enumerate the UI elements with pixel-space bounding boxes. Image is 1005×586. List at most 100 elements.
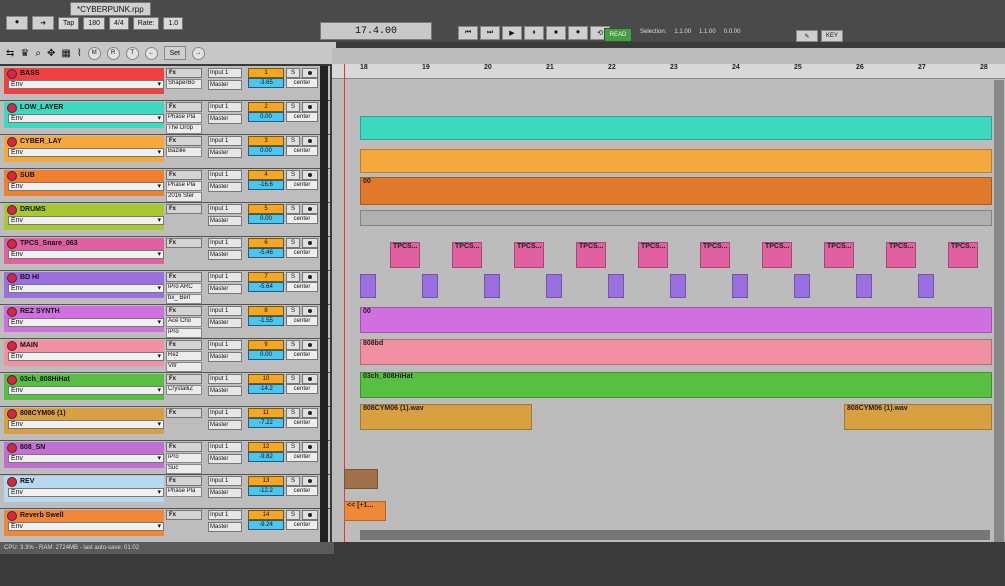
fx-plugin[interactable]: Phase Pla: [166, 181, 202, 191]
track-name[interactable]: Reverb Swell: [4, 510, 164, 521]
pan-field[interactable]: center: [286, 486, 318, 496]
media-item[interactable]: 00: [360, 177, 992, 206]
selection-end[interactable]: 1.1.00: [699, 29, 716, 35]
fx-button[interactable]: Fx: [166, 340, 202, 350]
record-button[interactable]: [302, 272, 318, 282]
media-item[interactable]: [360, 209, 992, 226]
track-name[interactable]: REV: [4, 476, 164, 487]
record-mode-icon[interactable]: ⏺: [6, 16, 28, 30]
fx-button[interactable]: Fx: [166, 272, 202, 282]
track-name[interactable]: BD HI: [4, 272, 164, 283]
fx-plugin[interactable]: Ace Cho: [166, 317, 202, 327]
track-header[interactable]: MAIN Env: [4, 340, 164, 366]
volume-field[interactable]: -5.64: [248, 282, 284, 292]
pan-field[interactable]: center: [286, 350, 318, 360]
media-item[interactable]: [546, 274, 562, 299]
pan-field[interactable]: center: [286, 384, 318, 394]
track-header[interactable]: LOW_LAYER Env: [4, 102, 164, 128]
solo-button[interactable]: S: [286, 136, 300, 146]
fx-plugin[interactable]: Rez: [166, 351, 202, 361]
solo-button[interactable]: S: [286, 68, 300, 78]
record-button[interactable]: [302, 68, 318, 78]
record-arm-icon[interactable]: [7, 409, 17, 419]
media-item[interactable]: [344, 468, 378, 489]
back-arrow-icon[interactable]: ←: [144, 46, 158, 60]
output-select[interactable]: Master: [208, 182, 242, 192]
set-button[interactable]: Set: [163, 46, 186, 60]
pause-button[interactable]: ⏸: [524, 26, 544, 40]
fx-button[interactable]: Fx: [166, 204, 202, 214]
record-button[interactable]: [302, 170, 318, 180]
snap-grid-icon[interactable]: ▦: [61, 48, 70, 59]
mute-all-button[interactable]: M: [87, 46, 101, 60]
input-select[interactable]: Input 1: [208, 136, 242, 146]
output-select[interactable]: Master: [208, 250, 242, 260]
pan-field[interactable]: center: [286, 112, 318, 122]
rate-field[interactable]: 1.0: [163, 16, 184, 30]
envelope-select[interactable]: Env: [8, 386, 164, 395]
fx-plugin[interactable]: iPro: [166, 453, 202, 463]
track-header[interactable]: 03ch_808HiHat Env: [4, 374, 164, 400]
solo-button[interactable]: S: [286, 238, 300, 248]
input-select[interactable]: Input 1: [208, 476, 242, 486]
automation-read-button[interactable]: READ: [604, 28, 632, 42]
media-item[interactable]: TPCS...: [700, 242, 730, 268]
fx-button[interactable]: Fx: [166, 238, 202, 248]
go-end-button[interactable]: ⏭: [480, 26, 500, 40]
fx-plugin[interactable]: CrystalliZ: [166, 385, 202, 395]
time-button[interactable]: T: [125, 46, 139, 60]
input-select[interactable]: Input 1: [208, 272, 242, 282]
rec-all-button[interactable]: R: [106, 46, 120, 60]
pan-field[interactable]: center: [286, 78, 318, 88]
track-header[interactable]: Reverb Swell Env: [4, 510, 164, 536]
volume-field[interactable]: -16.6: [248, 180, 284, 190]
track-name[interactable]: REZ SYNTH: [4, 306, 164, 317]
play-button[interactable]: ▶: [502, 26, 522, 40]
envelope-select[interactable]: Env: [8, 80, 164, 89]
record-arm-icon[interactable]: [7, 375, 17, 385]
track-header[interactable]: 808CYM06 (1) Env: [4, 408, 164, 434]
track-name[interactable]: 808_SN: [4, 442, 164, 453]
input-select[interactable]: Input 1: [208, 238, 242, 248]
track-row[interactable]: TPCS_Snare_063 Env Fx Input 1 Master 6 -…: [0, 236, 330, 271]
output-select[interactable]: Master: [208, 216, 242, 226]
crown-icon[interactable]: ♛: [20, 48, 29, 59]
track-row[interactable]: REZ SYNTH Env Fx Ace ChoiPro Input 1 Mas…: [0, 304, 330, 339]
envelope-select[interactable]: Env: [8, 522, 164, 531]
track-name[interactable]: DRUMS: [4, 204, 164, 215]
track-row[interactable]: 03ch_808HiHat Env Fx CrystalliZ Input 1 …: [0, 372, 330, 407]
envelope-tool-icon[interactable]: ⌇: [77, 48, 82, 59]
input-select[interactable]: Input 1: [208, 102, 242, 112]
fx-plugin[interactable]: Bazille: [166, 147, 202, 157]
fx-plugin[interactable]: 2016 Ster: [166, 192, 202, 202]
media-item[interactable]: 808bd: [360, 339, 992, 366]
record-button[interactable]: ⏺: [568, 26, 588, 40]
envelope-select[interactable]: Env: [8, 250, 164, 259]
media-item[interactable]: 00: [360, 306, 992, 333]
fx-button[interactable]: Fx: [166, 68, 202, 78]
media-item[interactable]: TPCS...: [638, 242, 668, 268]
solo-button[interactable]: S: [286, 476, 300, 486]
input-select[interactable]: Input 1: [208, 442, 242, 452]
position-display[interactable]: 17.4.00: [320, 22, 432, 40]
selection-length[interactable]: 0.0.00: [724, 29, 741, 35]
track-name[interactable]: 03ch_808HiHat: [4, 374, 164, 385]
media-item[interactable]: [856, 274, 872, 299]
envelope-select[interactable]: Env: [8, 352, 164, 361]
envelope-select[interactable]: Env: [8, 420, 164, 429]
record-arm-icon[interactable]: [7, 477, 17, 487]
pan-field[interactable]: center: [286, 146, 318, 156]
pan-field[interactable]: center: [286, 520, 318, 530]
pan-field[interactable]: center: [286, 282, 318, 292]
fx-plugin[interactable]: Suc: [166, 464, 202, 474]
input-select[interactable]: Input 1: [208, 68, 242, 78]
track-row[interactable]: REV Env Fx Phase Pla Input 1 Master 13 -…: [0, 474, 330, 509]
pan-field[interactable]: center: [286, 214, 318, 224]
output-select[interactable]: Master: [208, 488, 242, 498]
input-select[interactable]: Input 1: [208, 340, 242, 350]
media-item[interactable]: TPCS...: [824, 242, 854, 268]
horizontal-scrollbar[interactable]: [360, 530, 990, 540]
record-arm-icon[interactable]: [7, 511, 17, 521]
move-tool-icon[interactable]: ✥: [47, 48, 55, 59]
fx-plugin[interactable]: ShaperBo: [166, 79, 202, 89]
